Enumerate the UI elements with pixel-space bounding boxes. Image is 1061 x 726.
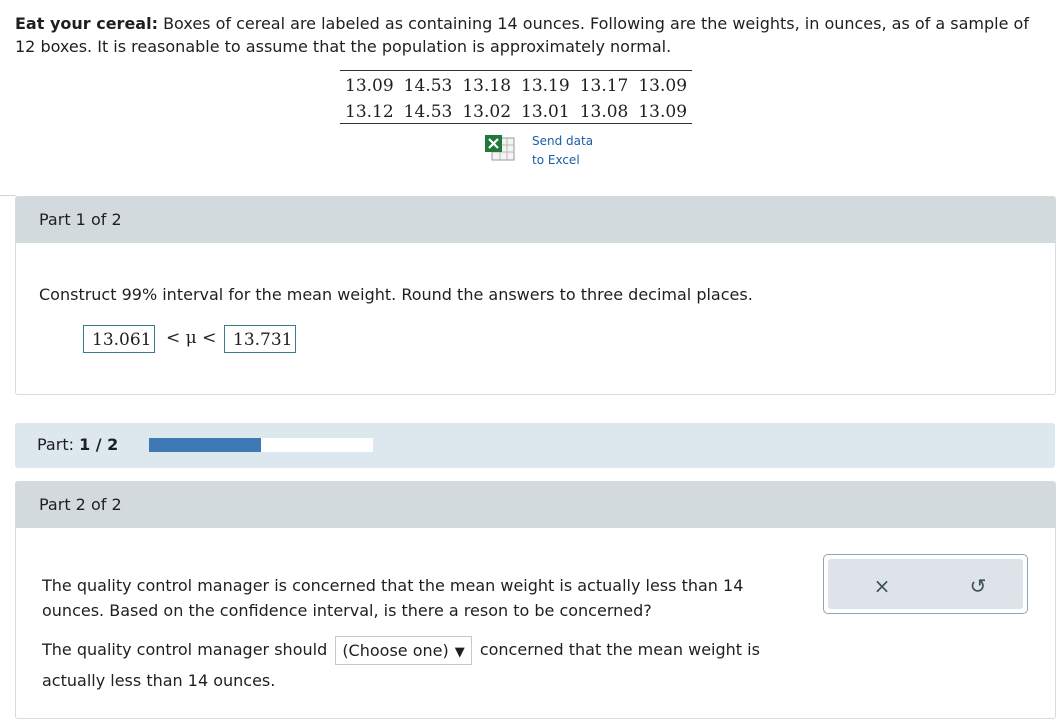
table-cell: 13.17	[579, 75, 629, 96]
toolbox-inner: × ↺	[828, 559, 1023, 609]
table-cell: 13.09	[345, 75, 394, 96]
part2-question: The quality control manager is concerned…	[42, 576, 744, 620]
lower-bound-input[interactable]: 13.061	[83, 325, 155, 353]
part2-header: Part 2 of 2	[16, 482, 1055, 528]
dropdown-arrow-icon[interactable]: ▼	[455, 645, 465, 660]
progress-label-text: Part:	[37, 435, 80, 454]
table-cell: 13.09	[638, 75, 688, 96]
table-cell: 14.53	[403, 101, 453, 122]
progress-label: Part: 1 / 2	[37, 435, 118, 454]
clear-button[interactable]: ×	[867, 571, 897, 601]
table-cell: 13.12	[345, 101, 394, 122]
part1-header: Part 1 of 2	[16, 197, 1055, 243]
undo-icon[interactable]: ↺	[970, 574, 987, 598]
progress-bar-fill	[149, 438, 261, 452]
send-to-excel-line2[interactable]: to Excel	[532, 151, 593, 170]
progress-value: 1 / 2	[79, 435, 119, 454]
divider	[0, 195, 16, 196]
table-cell: 13.19	[521, 75, 570, 96]
table-cell: 13.09	[638, 101, 688, 122]
choose-one-dropdown[interactable]: (Choose one) ▼	[335, 636, 472, 665]
excel-icon[interactable]	[484, 133, 516, 163]
part1-card: Part 1 of 2 Construct 99% interval for t…	[15, 196, 1056, 395]
problem-intro: Eat your cereal: Boxes of cereal are lab…	[15, 12, 1050, 58]
table-cell: 13.02	[462, 101, 512, 122]
table-cell: 13.01	[521, 101, 570, 122]
table-row: 13.09 14.53 13.18 13.19 13.17 13.09	[340, 71, 692, 98]
close-icon[interactable]: ×	[874, 574, 891, 598]
dropdown-value[interactable]: (Choose one)	[342, 641, 448, 660]
progress-bar	[149, 438, 373, 452]
part1-question: Construct 99% interval for the mean weig…	[39, 285, 753, 304]
table-cell: 14.53	[403, 75, 453, 96]
answer-toolbox: × ↺	[823, 554, 1028, 614]
send-to-excel-line1[interactable]: Send data	[532, 132, 593, 151]
table-cell: 13.08	[579, 101, 629, 122]
send-to-excel-link[interactable]: Send data to Excel	[532, 132, 593, 170]
part2-answer-sentence: The quality control manager should (Choo…	[42, 634, 782, 696]
table-cell: 13.18	[462, 75, 512, 96]
reset-button[interactable]: ↺	[963, 571, 993, 601]
sentence-start: The quality control manager should	[42, 640, 328, 659]
mu-inequality: < μ <	[166, 328, 217, 348]
upper-bound-input[interactable]: 13.731	[224, 325, 296, 353]
problem-text: Boxes of cereal are labeled as containin…	[15, 14, 1029, 56]
table-row: 13.12 14.53 13.02 13.01 13.08 13.09	[340, 97, 692, 124]
problem-title: Eat your cereal:	[15, 14, 158, 33]
data-table: 13.09 14.53 13.18 13.19 13.17 13.09 13.1…	[340, 70, 693, 124]
progress-panel: Part: 1 / 2	[15, 423, 1055, 468]
